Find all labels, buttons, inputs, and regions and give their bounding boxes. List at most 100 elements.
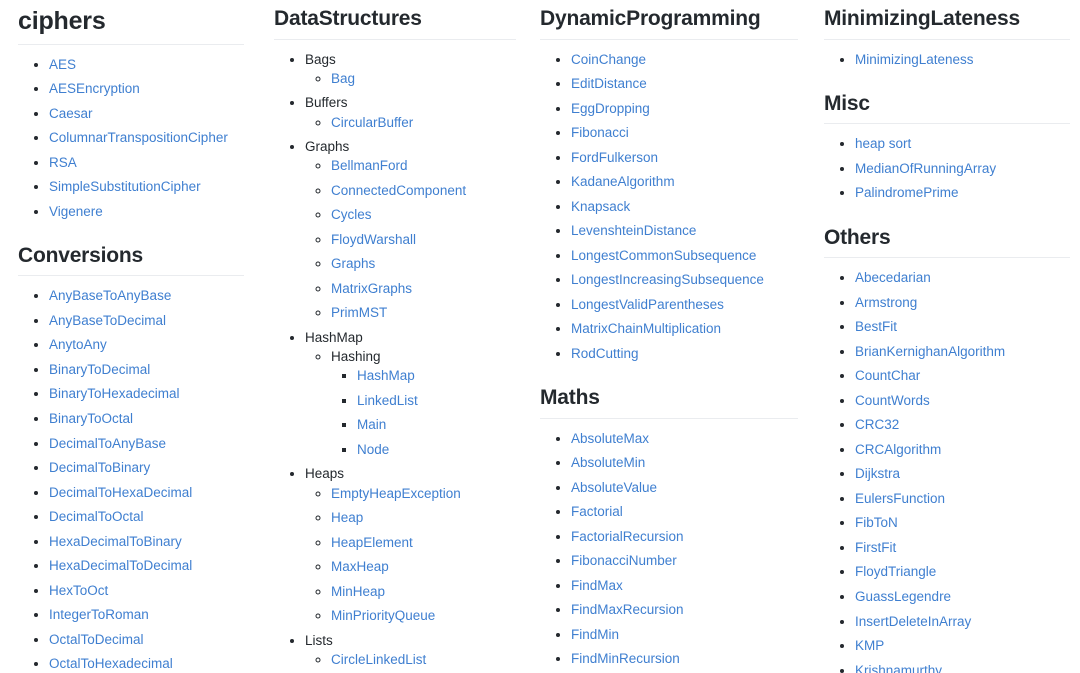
link-palindromeprime[interactable]: PalindromePrime (855, 185, 959, 200)
link-insertdeleteinarray[interactable]: InsertDeleteInArray (855, 614, 971, 629)
link-levenshteindistance[interactable]: LevenshteinDistance (571, 223, 696, 238)
link-crc32[interactable]: CRC32 (855, 417, 899, 432)
link-findmaxrecursion[interactable]: FindMaxRecursion (571, 602, 684, 617)
link-fibton[interactable]: FibToN (855, 515, 898, 530)
nested-item-list-level-2: EmptyHeapException Heap HeapElement MaxHeap… (305, 485, 516, 626)
list-item: CountWords (855, 392, 1070, 410)
link-longestcommonsubsequence[interactable]: LongestCommonSubsequence (571, 248, 756, 263)
link-aesencryption[interactable]: AESEncryption (49, 81, 140, 96)
list-item-group: Buffers CircularBuffer (305, 94, 516, 131)
link-hexadecimaltobinary[interactable]: HexaDecimalToBinary (49, 534, 182, 549)
link-main[interactable]: Main (357, 417, 386, 432)
link-longestvalidparentheses[interactable]: LongestValidParentheses (571, 297, 724, 312)
list-item: SimpleSubstitutionCipher (49, 178, 244, 196)
link-decimaltobinary[interactable]: DecimalToBinary (49, 460, 150, 475)
link-decimaltohexadecimal[interactable]: DecimalToHexaDecimal (49, 485, 192, 500)
link-anybasetodecimal[interactable]: AnyBaseToDecimal (49, 313, 166, 328)
link-eulersfunction[interactable]: EulersFunction (855, 491, 945, 506)
link-maxheap[interactable]: MaxHeap (331, 559, 389, 574)
list-item: LongestIncreasingSubsequence (571, 271, 798, 289)
link-octaltohexadecimal[interactable]: OctalToHexadecimal (49, 656, 173, 671)
list-item: BinaryToHexadecimal (49, 385, 244, 403)
link-simplesubstitutioncipher[interactable]: SimpleSubstitutionCipher (49, 179, 201, 194)
link-heap-sort[interactable]: heap sort (855, 136, 911, 151)
link-guasslegendre[interactable]: GuassLegendre (855, 589, 951, 604)
group-label-buffers: Buffers (305, 95, 348, 111)
link-floydwarshall[interactable]: FloydWarshall (331, 232, 416, 247)
link-matrixgraphs[interactable]: MatrixGraphs (331, 281, 412, 296)
link-krishnamurthy[interactable]: Krishnamurthy (855, 663, 942, 673)
link-absolutemax[interactable]: AbsoluteMax (571, 431, 649, 446)
link-kmp[interactable]: KMP (855, 638, 884, 653)
link-node[interactable]: Node (357, 442, 389, 457)
link-rsa[interactable]: RSA (49, 155, 77, 170)
link-binarytooctal[interactable]: BinaryToOctal (49, 411, 133, 426)
link-graphs[interactable]: Graphs (331, 256, 375, 271)
link-coinchange[interactable]: CoinChange (571, 52, 646, 67)
link-primmst[interactable]: PrimMST (331, 305, 387, 320)
group-label-graphs: Graphs (305, 139, 350, 155)
link-minimizinglateness[interactable]: MinimizingLateness (855, 52, 974, 67)
nested-item-list-level-3: HashMap LinkedList Main Node (331, 367, 516, 459)
link-heapelement[interactable]: HeapElement (331, 535, 413, 550)
link-hextooct[interactable]: HexToOct (49, 583, 108, 598)
link-fordfulkerson[interactable]: FordFulkerson (571, 150, 658, 165)
link-emptyheapexception[interactable]: EmptyHeapException (331, 486, 461, 501)
link-editdistance[interactable]: EditDistance (571, 76, 647, 91)
link-abecedarian[interactable]: Abecedarian (855, 270, 931, 285)
link-connectedcomponent[interactable]: ConnectedComponent (331, 183, 466, 198)
link-dijkstra[interactable]: Dijkstra (855, 466, 900, 481)
link-minpriorityqueue[interactable]: MinPriorityQueue (331, 608, 435, 623)
link-armstrong[interactable]: Armstrong (855, 295, 917, 310)
link-eggdropping[interactable]: EggDropping (571, 101, 650, 116)
link-absolutevalue[interactable]: AbsoluteValue (571, 480, 657, 495)
link-linkedlist[interactable]: LinkedList (357, 393, 418, 408)
link-aes[interactable]: AES (49, 57, 76, 72)
link-hexadecimaltodecimal[interactable]: HexaDecimalToDecimal (49, 558, 192, 573)
link-circularbuffer[interactable]: CircularBuffer (331, 115, 413, 130)
link-binarytodecimal[interactable]: BinaryToDecimal (49, 362, 150, 377)
link-hashmap[interactable]: HashMap (357, 368, 415, 383)
link-knapsack[interactable]: Knapsack (571, 199, 630, 214)
link-circlelinkedlist[interactable]: CircleLinkedList (331, 652, 426, 667)
link-matrixchainmultiplication[interactable]: MatrixChainMultiplication (571, 321, 721, 336)
link-floydtriangle[interactable]: FloydTriangle (855, 564, 936, 579)
link-countchar[interactable]: CountChar (855, 368, 920, 383)
link-crcalgorithm[interactable]: CRCAlgorithm (855, 442, 941, 457)
link-medianofrunningarray[interactable]: MedianOfRunningArray (855, 161, 996, 176)
link-decimaltooctal[interactable]: DecimalToOctal (49, 509, 144, 524)
link-fibonaccinumber[interactable]: FibonacciNumber (571, 553, 677, 568)
item-list: heap sort MedianOfRunningArray PalindromeP… (824, 135, 1070, 202)
section-heading-dynamicprogramming: DynamicProgramming (540, 6, 798, 40)
link-bestfit[interactable]: BestFit (855, 319, 897, 334)
link-vigenere[interactable]: Vigenere (49, 204, 103, 219)
link-absolutemin[interactable]: AbsoluteMin (571, 455, 645, 470)
link-bellmanford[interactable]: BellmanFord (331, 158, 408, 173)
link-bag[interactable]: Bag (331, 71, 355, 86)
link-briankernighanalgorithm[interactable]: BrianKernighanAlgorithm (855, 344, 1005, 359)
link-binarytohexadecimal[interactable]: BinaryToHexadecimal (49, 386, 180, 401)
list-item: AbsoluteMin (571, 454, 798, 472)
link-findmin[interactable]: FindMin (571, 627, 619, 642)
link-rodcutting[interactable]: RodCutting (571, 346, 639, 361)
list-item: LongestValidParentheses (571, 296, 798, 314)
link-factorial[interactable]: Factorial (571, 504, 623, 519)
link-kadanealgorithm[interactable]: KadaneAlgorithm (571, 174, 675, 189)
link-anybasetoanybase[interactable]: AnyBaseToAnyBase (49, 288, 171, 303)
link-anytoany[interactable]: AnytoAny (49, 337, 107, 352)
link-countwords[interactable]: CountWords (855, 393, 930, 408)
link-integertoroman[interactable]: IntegerToRoman (49, 607, 149, 622)
link-caesar[interactable]: Caesar (49, 106, 93, 121)
link-fibonacci[interactable]: Fibonacci (571, 125, 629, 140)
link-longestincreasingsubsequence[interactable]: LongestIncreasingSubsequence (571, 272, 764, 287)
link-findminrecursion[interactable]: FindMinRecursion (571, 651, 680, 666)
link-columnartranspositioncipher[interactable]: ColumnarTranspositionCipher (49, 130, 228, 145)
link-decimaltoanybase[interactable]: DecimalToAnyBase (49, 436, 166, 451)
link-findmax[interactable]: FindMax (571, 578, 623, 593)
link-minheap[interactable]: MinHeap (331, 584, 385, 599)
link-firstfit[interactable]: FirstFit (855, 540, 896, 555)
link-cycles[interactable]: Cycles (331, 207, 372, 222)
link-factorialrecursion[interactable]: FactorialRecursion (571, 529, 684, 544)
link-heap[interactable]: Heap (331, 510, 363, 525)
link-octaltodecimal[interactable]: OctalToDecimal (49, 632, 144, 647)
